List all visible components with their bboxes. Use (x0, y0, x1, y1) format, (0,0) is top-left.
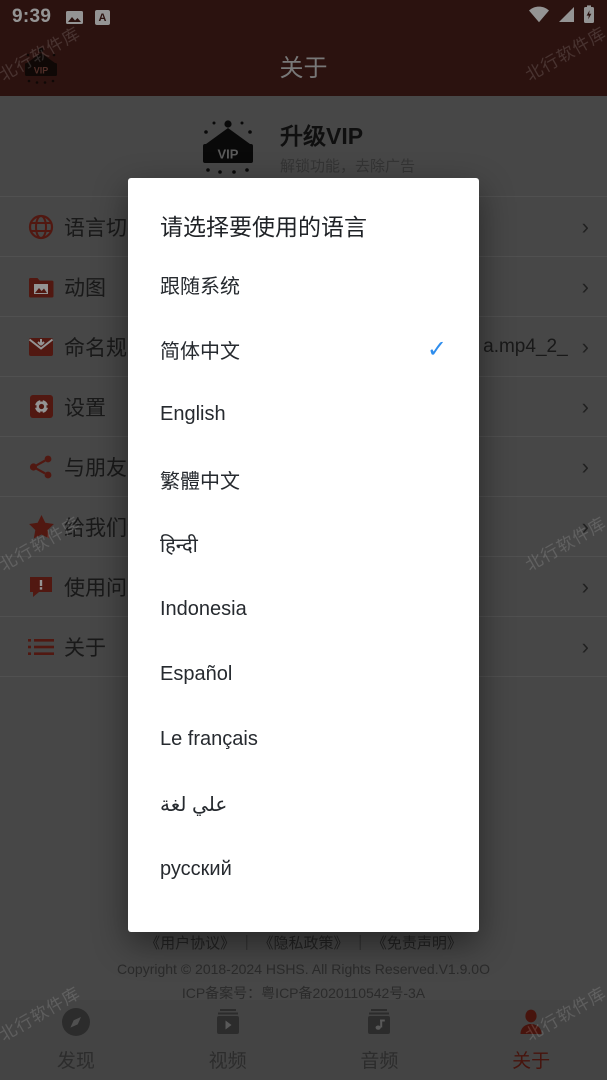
app-icon: A (94, 8, 111, 27)
svg-text:A: A (99, 12, 107, 24)
language-option-system[interactable]: 跟随系统 ✓ (128, 252, 479, 317)
chevron-right-icon: › (581, 273, 589, 299)
list-icon (18, 637, 64, 657)
gif-folder-icon (18, 275, 64, 299)
language-option-traditional-chinese[interactable]: 繁體中文 ✓ (128, 447, 479, 512)
compass-icon (61, 1007, 91, 1042)
language-dialog: 请选择要使用的语言 跟随系统 ✓ 简体中文 ✓ English ✓ 繁體中文 ✓… (128, 178, 479, 932)
bottom-navigation: 发现 视频 音频 关于 (0, 1000, 607, 1080)
status-bar-right-icons (528, 5, 595, 29)
chevron-right-icon: › (581, 213, 589, 239)
wifi-icon (528, 6, 550, 28)
language-option-hindi[interactable]: हिन्दी ✓ (128, 512, 479, 577)
language-option-label: Español (160, 663, 233, 685)
vip-banner-texts: 升级VIP 解锁功能，去除广告 (280, 117, 415, 176)
footer-copyright: Copyright © 2018-2024 HSHS. All Rights R… (117, 961, 490, 977)
language-option-english[interactable]: English ✓ (128, 382, 479, 447)
nav-item-label: 视频 (208, 1051, 247, 1072)
dialog-title: 请选择要使用的语言 (160, 214, 367, 240)
chevron-right-icon: › (581, 633, 589, 659)
nav-item-discover[interactable]: 发现 (0, 1000, 152, 1080)
app-root: 9:39 A VIP 关于 VIP 升级VIP 解锁功能，去除广告 语言切换 ›… (0, 0, 607, 1080)
signal-icon (557, 6, 576, 28)
nav-item-label: 发现 (56, 1051, 95, 1072)
status-bar-time: 9:39 (12, 6, 52, 27)
language-option-label: 简体中文 (160, 341, 240, 363)
footer: 《用户协议》 ｜ 《隐私政策》 ｜ 《免责声明》 Copyright © 201… (0, 932, 607, 1003)
settings-row-value: _2_a.mp4 (483, 335, 568, 357)
chevron-right-icon: › (581, 513, 589, 539)
language-option-simplified-chinese[interactable]: 简体中文 ✓ (128, 317, 479, 382)
battery-charging-icon (583, 5, 595, 29)
footer-links[interactable]: 《用户协议》 ｜ 《隐私政策》 ｜ 《免责声明》 (0, 932, 607, 953)
chevron-right-icon: › (581, 333, 589, 359)
status-bar: 9:39 A (0, 0, 607, 34)
vip-banner-subtitle: 解锁功能，去除广告 (279, 157, 415, 175)
page-title: 关于 (279, 54, 328, 82)
settings-row-label: 关于 (64, 636, 106, 660)
share-icon (18, 454, 64, 480)
language-option-indonesia[interactable]: Indonesia ✓ (128, 577, 479, 642)
language-option-spanish[interactable]: Español ✓ (128, 642, 479, 707)
nav-item-label: 音频 (360, 1051, 399, 1072)
chevron-right-icon: › (581, 393, 589, 419)
nav-item-video[interactable]: 视频 (152, 1000, 304, 1080)
language-option-label: English (160, 403, 226, 425)
settings-row-label: 动图 (64, 276, 106, 300)
language-option-label: 跟随系统 (160, 276, 240, 298)
chevron-right-icon: › (581, 573, 589, 599)
person-icon (516, 1007, 546, 1042)
naming-icon (18, 335, 64, 359)
vip-banner-title: 升级VIP (279, 122, 364, 149)
language-option-label: 繁體中文 (160, 471, 240, 493)
language-option-arabic[interactable]: علي لغة ✓ (128, 772, 479, 837)
chevron-right-icon: › (581, 453, 589, 479)
language-option-french[interactable]: Le français ✓ (128, 707, 479, 772)
language-option-russian[interactable]: русский ✓ (128, 837, 479, 902)
language-option-label: русский (160, 858, 232, 880)
nav-item-label: 关于 (512, 1051, 551, 1072)
language-option-label: हिन्दी (160, 535, 198, 557)
svg-text:VIP: VIP (218, 147, 239, 162)
language-option-label: Le français (160, 728, 258, 750)
language-option-label: علي لغة (160, 794, 228, 816)
language-option-list: 跟随系统 ✓ 简体中文 ✓ English ✓ 繁體中文 ✓ हिन्दी ✓ … (128, 252, 479, 912)
globe-icon (18, 214, 64, 240)
check-icon: ✓ (426, 335, 447, 363)
star-icon (18, 514, 64, 540)
nav-item-about[interactable]: 关于 (455, 1000, 607, 1080)
audio-icon (364, 1007, 394, 1042)
vip-badge-icon: VIP (192, 115, 264, 177)
language-option-label: Indonesia (160, 598, 247, 620)
gear-icon (18, 394, 64, 419)
settings-row-label: 设置 (64, 396, 106, 420)
image-icon (65, 8, 84, 27)
feedback-icon (18, 575, 64, 599)
title-bar: VIP 关于 (0, 34, 607, 96)
video-icon (213, 1007, 243, 1042)
nav-item-audio[interactable]: 音频 (304, 1000, 456, 1080)
